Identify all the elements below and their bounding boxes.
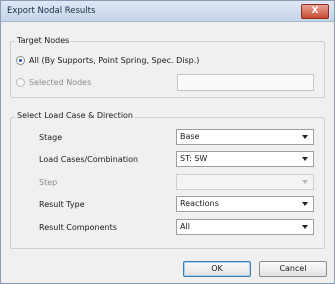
all-nodes-label[interactable]: All (By Supports, Point Spring, Spec. Di… bbox=[29, 56, 199, 65]
ok-button[interactable]: OK bbox=[183, 261, 251, 277]
load-case-legend: Select Load Case & Direction bbox=[15, 111, 135, 120]
selected-nodes-label[interactable]: Selected Nodes bbox=[29, 78, 91, 87]
stage-dropdown[interactable]: Base bbox=[176, 129, 314, 145]
result-components-value: All bbox=[180, 222, 190, 231]
close-button[interactable]: X bbox=[301, 4, 329, 19]
load-cases-value: ST: SW bbox=[180, 154, 208, 163]
selected-nodes-radio[interactable] bbox=[16, 78, 25, 87]
export-nodal-results-dialog: Export Nodal Results X Target Nodes All … bbox=[0, 0, 335, 284]
window-title: Export Nodal Results bbox=[7, 6, 96, 16]
chevron-down-icon bbox=[302, 180, 308, 184]
result-components-dropdown[interactable]: All bbox=[176, 219, 314, 235]
close-icon: X bbox=[311, 6, 319, 16]
title-bar: Export Nodal Results X bbox=[1, 1, 334, 22]
chevron-down-icon bbox=[302, 202, 308, 206]
result-type-value: Reactions bbox=[180, 199, 219, 208]
selected-nodes-input[interactable] bbox=[177, 74, 314, 91]
load-cases-label: Load Cases/Combination bbox=[39, 155, 139, 164]
all-nodes-radio[interactable] bbox=[16, 56, 25, 65]
step-dropdown[interactable] bbox=[176, 174, 314, 190]
stage-label: Stage bbox=[39, 133, 63, 142]
stage-value: Base bbox=[180, 132, 200, 141]
result-components-label: Result Components bbox=[39, 223, 117, 232]
load-cases-dropdown[interactable]: ST: SW bbox=[176, 151, 314, 167]
target-nodes-legend: Target Nodes bbox=[15, 36, 72, 45]
result-type-dropdown[interactable]: Reactions bbox=[176, 196, 314, 212]
result-type-label: Result Type bbox=[39, 200, 85, 209]
chevron-down-icon bbox=[302, 225, 308, 229]
step-label: Step bbox=[39, 178, 58, 187]
chevron-down-icon bbox=[302, 157, 308, 161]
chevron-down-icon bbox=[302, 135, 308, 139]
cancel-button[interactable]: Cancel bbox=[259, 261, 327, 277]
